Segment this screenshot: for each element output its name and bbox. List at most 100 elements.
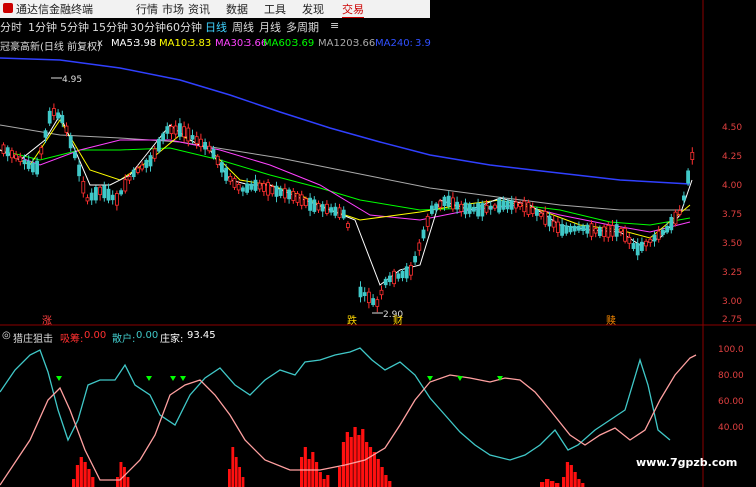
candle-body (480, 203, 485, 217)
candle-body (60, 115, 65, 123)
candle-body (140, 164, 145, 170)
candle-body (18, 156, 23, 162)
candle-body (568, 225, 573, 233)
price-tick: 3.00 (722, 297, 742, 307)
candle-body (127, 176, 132, 181)
candle-body (165, 126, 170, 134)
candle-body (123, 179, 128, 192)
triangle-icon (457, 376, 463, 381)
indicator-bar (555, 483, 560, 487)
candle-body (148, 155, 153, 167)
candle-body (215, 155, 220, 165)
indicator-bar (126, 477, 130, 487)
candle-body (77, 164, 81, 177)
candle-body (182, 126, 187, 138)
candle-body (543, 211, 548, 225)
triangle-icon (180, 376, 186, 381)
candle-body (522, 200, 527, 213)
candle-body (577, 225, 581, 231)
candle-body (85, 197, 90, 202)
indicator-bar (361, 429, 365, 487)
indicator-bar (372, 452, 376, 487)
candle-body (547, 215, 552, 227)
candle-body (526, 202, 531, 215)
candle-body (606, 225, 611, 238)
candle-body (450, 197, 455, 210)
candle-body (1, 144, 6, 154)
indicator-bar (116, 477, 119, 487)
candle-body (219, 162, 224, 173)
indicator-bar (368, 447, 373, 487)
candle-body (535, 209, 539, 216)
indicator-bar (365, 442, 369, 487)
candle-body (282, 188, 287, 199)
candle-body (291, 190, 296, 201)
indicator-bar (87, 469, 91, 487)
candle-body (446, 195, 451, 207)
candle-body (371, 298, 376, 306)
candle-body (81, 180, 86, 194)
candle-body (266, 182, 271, 196)
indicator-tick: 80.00 (718, 371, 744, 381)
indicator-bar (315, 462, 319, 487)
indicator-bars (72, 427, 585, 487)
indicator-bar (238, 467, 241, 487)
candle-body (324, 203, 329, 214)
price-tick: 4.25 (722, 152, 742, 162)
candle-body (379, 289, 384, 296)
candle-body (484, 204, 489, 213)
candle-body (640, 241, 644, 251)
candle-body (73, 151, 77, 159)
candle-body (467, 203, 472, 214)
indicator-bar (72, 479, 76, 487)
candle-body (22, 159, 27, 165)
candle-body (144, 159, 149, 168)
candle-body (320, 204, 325, 212)
candle-body (316, 203, 321, 211)
candle-body (518, 203, 522, 207)
candle-body (287, 189, 292, 200)
candle-body (627, 237, 632, 244)
price-tick: 4.50 (722, 123, 742, 133)
indicator-bar (318, 472, 322, 487)
candle-body (661, 229, 665, 235)
candle-body (5, 147, 10, 157)
candle-body (514, 201, 518, 209)
chart-canvas: 4.50 4.25 4.00 3.75 3.50 3.25 3.00 2.75 … (0, 0, 756, 487)
price-axis: 4.50 4.25 4.00 3.75 3.50 3.25 3.00 2.75 (722, 123, 742, 325)
indicator-bar (388, 481, 392, 487)
triangle-icon (146, 376, 152, 381)
candle-body (673, 211, 678, 225)
candle-body (224, 167, 229, 181)
indicator-bar (569, 465, 573, 487)
indicator-bar (353, 427, 357, 487)
indicator-settings-icon[interactable]: ◎ (2, 330, 11, 341)
candle-body (119, 190, 123, 195)
candle-body (110, 194, 115, 201)
zhuangjia-value: 93.45 (187, 330, 216, 341)
candle-body (240, 187, 245, 192)
indicator-bar (119, 462, 123, 487)
candle-body (198, 138, 203, 148)
candle-body (497, 198, 502, 213)
candle-body (581, 225, 585, 232)
sanhu-label: 散户: (112, 334, 136, 345)
candle-body (471, 206, 476, 212)
indicator-bar (303, 447, 307, 487)
indicator-bar (79, 457, 83, 487)
candle-body (421, 229, 426, 239)
high-annotation: 4.95 (62, 75, 82, 85)
candle-body (635, 243, 640, 256)
indicator-bar (326, 475, 330, 487)
candle-body (43, 130, 48, 138)
candle-body (610, 225, 615, 237)
candle-body (341, 209, 346, 219)
candle-body (186, 127, 191, 142)
indicator-bar (228, 469, 231, 487)
candle-body (245, 183, 250, 193)
ma240-line (0, 57, 691, 185)
indicator-bar (545, 479, 550, 487)
candle-body (677, 210, 682, 215)
indicator-bar (384, 475, 388, 487)
candle-body (408, 265, 413, 276)
